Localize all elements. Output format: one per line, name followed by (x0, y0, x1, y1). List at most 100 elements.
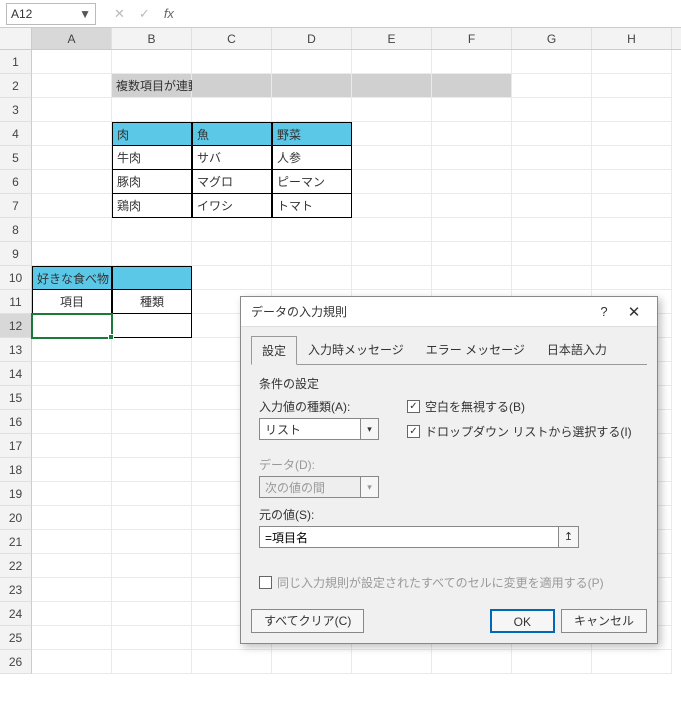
cell[interactable]: ピーマン (272, 170, 352, 194)
tab-日本語入力[interactable]: 日本語入力 (536, 335, 618, 364)
cell[interactable] (592, 50, 672, 74)
cell[interactable] (352, 650, 432, 674)
row-header[interactable]: 15 (0, 386, 32, 410)
cell[interactable] (512, 218, 592, 242)
cell[interactable] (352, 98, 432, 122)
cell[interactable] (512, 50, 592, 74)
row-header[interactable]: 19 (0, 482, 32, 506)
cell[interactable] (432, 98, 512, 122)
cell[interactable] (192, 218, 272, 242)
cell[interactable] (112, 482, 192, 506)
row-header[interactable]: 14 (0, 362, 32, 386)
cell[interactable] (512, 122, 592, 146)
cell[interactable] (32, 218, 112, 242)
row-header[interactable]: 8 (0, 218, 32, 242)
column-header[interactable]: D (272, 28, 352, 49)
cell[interactable] (112, 386, 192, 410)
allow-select[interactable]: リスト ▾ (259, 418, 379, 440)
cell[interactable] (512, 266, 592, 290)
column-header[interactable]: H (592, 28, 672, 49)
cell[interactable] (272, 242, 352, 266)
range-select-icon[interactable]: ↥ (558, 527, 578, 547)
cell[interactable] (432, 170, 512, 194)
cell[interactable] (592, 218, 672, 242)
cell[interactable] (112, 626, 192, 650)
cell[interactable] (432, 146, 512, 170)
cell[interactable]: 魚 (192, 122, 272, 146)
cell[interactable] (32, 626, 112, 650)
cell[interactable] (512, 74, 592, 98)
row-header[interactable]: 10 (0, 266, 32, 290)
cell[interactable] (112, 434, 192, 458)
cell[interactable] (32, 74, 112, 98)
cell[interactable] (32, 362, 112, 386)
cell[interactable]: 牛肉 (112, 146, 192, 170)
cell[interactable]: 豚肉 (112, 170, 192, 194)
cell[interactable] (272, 74, 352, 98)
column-header[interactable]: F (432, 28, 512, 49)
cell[interactable]: イワシ (192, 194, 272, 218)
row-header[interactable]: 17 (0, 434, 32, 458)
row-header[interactable]: 21 (0, 530, 32, 554)
row-header[interactable]: 24 (0, 602, 32, 626)
cell[interactable] (512, 242, 592, 266)
cell[interactable] (32, 242, 112, 266)
cell[interactable] (352, 50, 432, 74)
cell[interactable] (32, 98, 112, 122)
name-box[interactable]: A12 ▼ (6, 3, 96, 25)
tab-エラー メッセージ[interactable]: エラー メッセージ (415, 335, 536, 364)
row-header[interactable]: 2 (0, 74, 32, 98)
cell[interactable] (32, 530, 112, 554)
row-header[interactable]: 6 (0, 170, 32, 194)
cell[interactable] (192, 98, 272, 122)
cell[interactable] (352, 146, 432, 170)
cell[interactable] (112, 338, 192, 362)
cell[interactable]: 複数項目が連動するプルダウンメニューを作成する方法1 (112, 74, 192, 98)
row-header[interactable]: 3 (0, 98, 32, 122)
column-header[interactable]: C (192, 28, 272, 49)
cell[interactable] (112, 242, 192, 266)
cell[interactable]: マグロ (192, 170, 272, 194)
cell[interactable] (112, 554, 192, 578)
help-icon[interactable]: ? (589, 304, 619, 319)
cell[interactable]: 人参 (272, 146, 352, 170)
cell[interactable] (352, 122, 432, 146)
cell[interactable] (592, 242, 672, 266)
column-header[interactable]: B (112, 28, 192, 49)
cell[interactable] (32, 170, 112, 194)
cell[interactable] (592, 146, 672, 170)
row-header[interactable]: 18 (0, 458, 32, 482)
close-icon[interactable]: ✕ (619, 303, 649, 321)
chevron-down-icon[interactable]: ▾ (360, 419, 378, 439)
column-header[interactable]: A (32, 28, 112, 49)
cell[interactable]: 鶏肉 (112, 194, 192, 218)
cell[interactable]: トマト (272, 194, 352, 218)
cell[interactable] (592, 194, 672, 218)
cell[interactable] (592, 266, 672, 290)
cell[interactable] (592, 122, 672, 146)
cell[interactable] (112, 578, 192, 602)
cell[interactable] (32, 194, 112, 218)
cell[interactable] (192, 650, 272, 674)
in-cell-dropdown-checkbox[interactable]: ✓ ドロップダウン リストから選択する(I) (407, 423, 632, 440)
row-header[interactable]: 7 (0, 194, 32, 218)
cell[interactable] (512, 194, 592, 218)
cell[interactable] (112, 410, 192, 434)
cell[interactable] (512, 146, 592, 170)
cell[interactable] (352, 266, 432, 290)
chevron-down-icon[interactable]: ▼ (79, 7, 91, 21)
cell[interactable] (592, 74, 672, 98)
cell[interactable]: 項目 (32, 290, 112, 314)
cell[interactable] (32, 554, 112, 578)
cell[interactable] (512, 170, 592, 194)
cell[interactable] (592, 170, 672, 194)
cell[interactable] (112, 362, 192, 386)
ignore-blank-checkbox[interactable]: ✓ 空白を無視する(B) (407, 398, 632, 415)
cell[interactable] (512, 650, 592, 674)
row-header[interactable]: 9 (0, 242, 32, 266)
cell[interactable] (352, 170, 432, 194)
cell[interactable] (32, 578, 112, 602)
cell[interactable] (112, 266, 192, 290)
cell[interactable] (432, 194, 512, 218)
row-header[interactable]: 22 (0, 554, 32, 578)
